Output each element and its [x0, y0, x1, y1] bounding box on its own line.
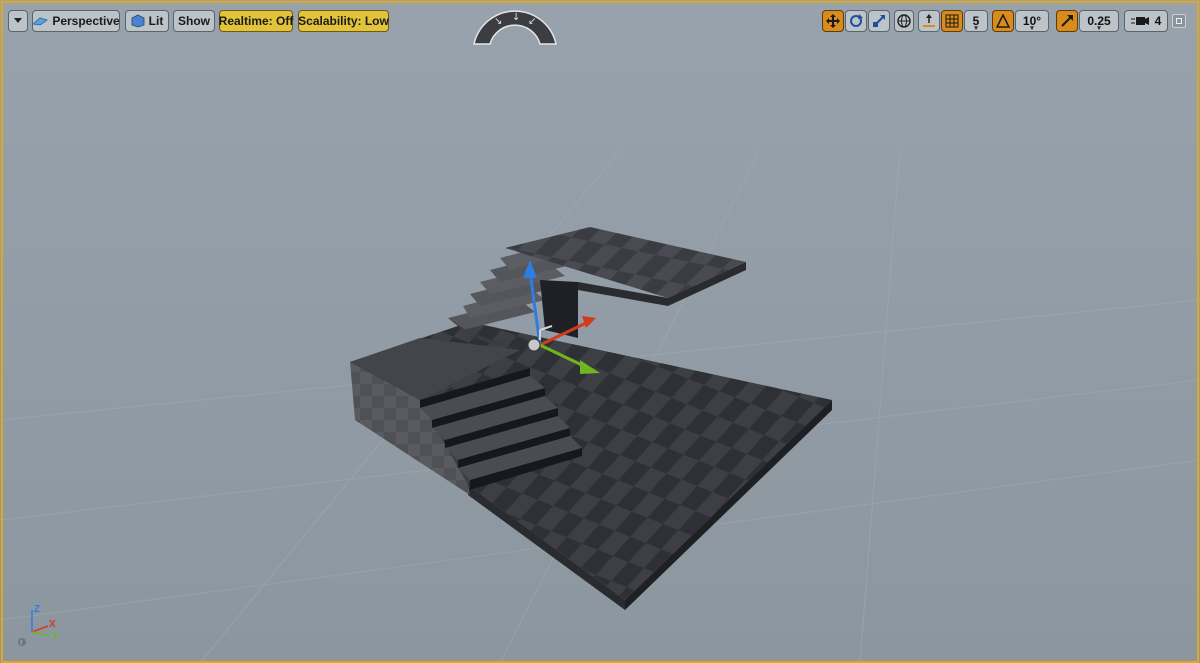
rotation-snap-icon — [996, 14, 1010, 28]
grid-snap-value-dropdown[interactable]: 5 ▾ — [964, 10, 988, 32]
axis-y-label: Y — [52, 631, 59, 642]
lit-label: Lit — [148, 14, 164, 28]
axis-indicator: ? Z X Y — [14, 600, 74, 650]
show-label: Show — [178, 14, 210, 28]
perspective-label: Perspective — [52, 14, 120, 28]
surface-snap-button[interactable] — [918, 10, 940, 32]
camera-speed-value: 4 — [1154, 14, 1162, 28]
world-local-toggle[interactable] — [894, 10, 914, 32]
axis-z-label: Z — [34, 604, 41, 615]
show-button[interactable]: Show — [173, 10, 215, 32]
scale-snap-icon — [1060, 14, 1074, 28]
level-viewport[interactable]: ↘ ↓ ↙ Perspective Lit Show Realtime: Off… — [0, 0, 1200, 663]
scene-render[interactable]: ↘ ↓ ↙ — [0, 0, 1200, 663]
perspective-cube-icon — [32, 16, 49, 26]
scalability-label: Scalability: Low — [298, 14, 389, 28]
realtime-label: Realtime: Off — [218, 14, 294, 28]
translate-tool-button[interactable] — [822, 10, 844, 32]
svg-text:?: ? — [20, 640, 23, 647]
svg-text:↙: ↙ — [528, 16, 536, 27]
rotation-snap-toggle[interactable] — [992, 10, 1014, 32]
grid-snap-toggle[interactable] — [941, 10, 963, 32]
grid-icon — [945, 14, 959, 28]
globe-icon — [897, 14, 911, 28]
chevron-down-icon: ▾ — [974, 25, 978, 32]
svg-text:↓: ↓ — [512, 12, 520, 23]
scale-tool-button[interactable] — [868, 10, 890, 32]
translate-tool-icon — [826, 14, 840, 28]
rotate-tool-icon — [849, 14, 863, 28]
scale-snap-toggle[interactable] — [1056, 10, 1078, 32]
maximize-viewport-button[interactable] — [1172, 14, 1186, 28]
camera-icon — [1130, 15, 1149, 27]
viewport-options-button[interactable] — [8, 10, 28, 32]
rotate-tool-button[interactable] — [845, 10, 867, 32]
rotation-snap-value-dropdown[interactable]: 10° ▾ — [1015, 10, 1049, 32]
surface-snap-icon — [922, 14, 936, 28]
scale-tool-icon — [872, 14, 886, 28]
svg-text:↘: ↘ — [494, 16, 502, 27]
perspective-button[interactable]: Perspective — [32, 10, 120, 32]
scalability-button[interactable]: Scalability: Low — [298, 10, 389, 32]
view-mode-button[interactable]: Lit — [125, 10, 169, 32]
chevron-down-icon: ▾ — [1030, 25, 1034, 32]
maximize-icon — [1176, 18, 1182, 24]
scale-snap-value-dropdown[interactable]: 0.25 ▾ — [1079, 10, 1119, 32]
axis-x-label: X — [49, 619, 56, 630]
chevron-down-icon: ▾ — [1097, 25, 1101, 32]
realtime-toggle-button[interactable]: Realtime: Off — [219, 10, 293, 32]
chevron-down-icon — [14, 18, 22, 24]
lit-sphere-icon — [131, 14, 145, 28]
camera-speed-button[interactable]: 4 — [1124, 10, 1168, 32]
